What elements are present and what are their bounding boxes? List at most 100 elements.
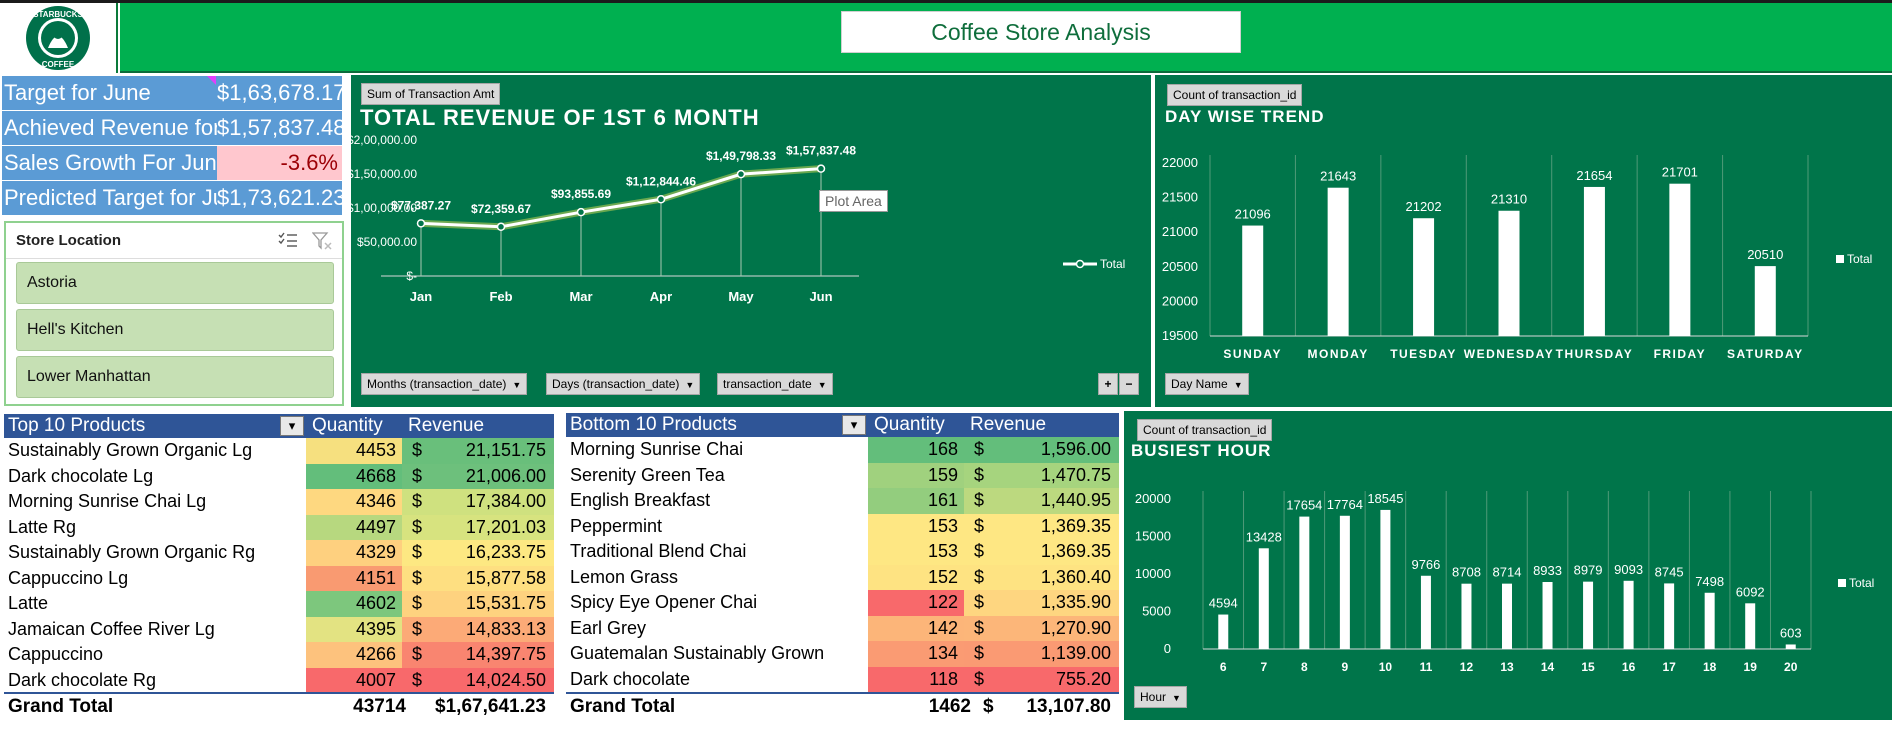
revenue-value: 1,139.00 [1040,643,1111,663]
revenue-cell: $21,151.75 [402,438,554,464]
x-tick-label: Apr [650,289,672,304]
quantity-cell: 4453 [306,438,402,464]
transaction-date-filter-button[interactable]: transaction_date ▼ [717,373,833,395]
dropdown-arrow-icon: ▼ [685,380,695,390]
quantity-cell: 142 [868,615,964,641]
top-products-table: Top 10 Products ▾ Quantity Revenue Susta… [4,414,554,720]
hour-filter-button[interactable]: Hour ▼ [1134,686,1187,708]
grand-total-revenue: 13,107.80 [1026,696,1111,717]
collapse-button[interactable]: − [1119,373,1139,395]
x-tick-label: 18 [1703,660,1717,674]
day-name-filter-button[interactable]: Day Name ▼ [1165,373,1249,395]
table-row: Latte Rg 4497 $17,201.03 [4,514,554,540]
quantity-header: Quantity [312,415,383,436]
bar [1542,582,1553,649]
quantity-cell: 4497 [306,514,402,540]
y-tick-label: $2,00,000.00 [351,133,417,147]
product-name: Cappuccino [8,644,104,664]
x-tick-label: 8 [1301,660,1308,674]
currency-symbol: $ [974,643,985,663]
product-name: Earl Grey [570,617,647,638]
revenue-cell: $21,006.00 [402,463,554,489]
product-name: Spicy Eye Opener Chai [570,592,758,612]
bar [1218,614,1229,649]
currency-symbol: $ [412,644,423,664]
quantity-cell: 153 [868,513,964,539]
currency-symbol: $ [412,593,423,613]
x-tick-label: MONDAY [1308,347,1369,361]
clear-filter-icon[interactable] [312,231,332,250]
bar [1258,548,1269,649]
data-label: $1,57,837.48 [786,144,856,158]
currency-symbol: $ [974,668,985,689]
revenue-cell: $14,833.13 [402,616,554,642]
plot-area-tooltip: Plot Area [819,190,888,212]
currency-symbol: $ [974,592,985,612]
hour-filter-label: Hour [1140,690,1167,704]
sort-filter-icon[interactable]: ▾ [842,415,866,435]
product-name: Morning Sunrise Chai [570,439,744,459]
currency-symbol: $ [412,669,423,690]
revenue-cell: $1,360.40 [964,564,1119,590]
revenue-cell: $1,369.35 [964,513,1119,539]
currency-symbol: $ [974,541,985,561]
slicer-item-astoria[interactable]: Astoria [16,262,334,304]
currency-symbol: $ [974,515,985,536]
data-point [576,207,586,217]
comment-indicator-icon [207,76,216,85]
x-tick-label: WEDNESDAY [1464,347,1554,361]
months-filter-button[interactable]: Months (transaction_date) ▼ [361,373,528,395]
revenue-cell: $1,139.00 [964,641,1119,667]
x-tick-label: Feb [489,289,512,304]
bottom-products-table: Bottom 10 Products ▾ Quantity Revenue Mo… [566,413,1119,720]
data-label: 8714 [1493,565,1522,580]
y-tick-label: 10000 [1135,566,1171,581]
starbucks-logo-icon: STARBUCKS COFFEE [26,6,90,70]
revenue-cell: $15,877.58 [402,565,554,591]
revenue-value: 14,024.50 [465,669,546,690]
x-tick-label: 13 [1500,660,1514,674]
data-label: 13428 [1246,529,1282,544]
product-name: Dark chocolate [570,668,691,689]
currency-symbol: $ [412,542,423,562]
slicer-item-lower-manhattan[interactable]: Lower Manhattan [16,356,334,398]
revenue-value: 1,596.00 [1040,439,1111,459]
revenue-value: 16,233.75 [465,542,546,562]
table-row: Latte 4602 $15,531.75 [4,591,554,617]
multi-select-icon[interactable] [278,232,298,248]
top-grand-total-row: Grand Total 43714 $1,67,641.23 [4,692,554,718]
data-label: 6092 [1736,584,1765,599]
table-row: Traditional Blend Chai 153 $1,369.35 [566,539,1119,565]
revenue-header: Revenue [408,415,485,436]
expand-button[interactable]: + [1098,373,1118,395]
store-location-slicer: Store Location Astoria Hell's Kitchen Lo… [4,221,344,406]
quantity-cell: 4602 [306,591,402,617]
day-wise-panel: Count of transaction_id DAY WISE TREND 1… [1155,75,1892,407]
slicer-title: Store Location [16,232,122,249]
months-filter-label: Months (transaction_date) [367,377,507,391]
legend-swatch [1838,579,1846,587]
y-tick-label: 20000 [1135,491,1171,506]
bar [1785,644,1796,649]
bar [1380,509,1391,649]
revenue-value: 14,397.75 [465,644,546,664]
table-row: Lemon Grass 152 $1,360.40 [566,564,1119,590]
data-point [416,219,426,228]
sort-filter-icon[interactable]: ▾ [280,416,304,436]
revenue-value: 1,470.75 [1040,464,1111,485]
table-row: Morning Sunrise Chai 168 $1,596.00 [566,437,1119,463]
revenue-cell: $1,369.35 [964,539,1119,565]
days-filter-button[interactable]: Days (transaction_date) ▼ [546,373,701,395]
kpi-label: Achieved Revenue for June [4,115,217,140]
bar [1413,218,1435,336]
logo-text-bottom: COFFEE [42,60,75,69]
slicer-item-hells-kitchen[interactable]: Hell's Kitchen [16,309,334,351]
x-tick-label: SUNDAY [1223,347,1282,361]
legend-label: Total [1100,257,1125,271]
starbucks-logo: STARBUCKS COFFEE [0,3,118,73]
grand-total-label: Grand Total [8,696,114,717]
data-label: $1,12,844.46 [626,174,696,188]
revenue-cell: $1,596.00 [964,437,1119,463]
quantity-cell: 152 [868,564,964,590]
revenue-cell: $1,335.90 [964,590,1119,616]
